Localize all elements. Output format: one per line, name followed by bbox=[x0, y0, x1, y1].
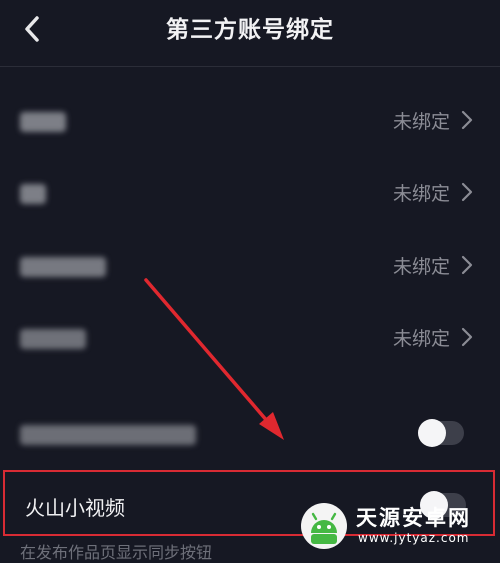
watermark-url: www.jytyaz.com bbox=[358, 531, 470, 545]
sync-toggle-row bbox=[0, 405, 500, 461]
blurred-account-name bbox=[20, 112, 66, 132]
account-row-2[interactable]: 未绑定 bbox=[0, 165, 500, 221]
chevron-right-icon bbox=[460, 254, 474, 276]
toggle-knob bbox=[418, 419, 446, 447]
watermark-name: 天源安卓网 bbox=[356, 506, 471, 530]
binding-status: 未绑定 bbox=[392, 256, 450, 278]
blurred-account-name bbox=[20, 257, 106, 277]
sync-toggle-switch[interactable] bbox=[418, 419, 464, 447]
account-row-1[interactable]: 未绑定 bbox=[0, 93, 500, 149]
blurred-account-name bbox=[20, 329, 86, 349]
huoshan-video-label: 火山小视频 bbox=[25, 496, 125, 520]
chevron-right-icon bbox=[460, 326, 474, 348]
chevron-right-icon bbox=[460, 109, 474, 131]
page-title: 第三方账号绑定 bbox=[166, 17, 334, 43]
header: 第三方账号绑定 bbox=[0, 0, 500, 60]
watermark: 天源安卓网 www.jytyaz.com bbox=[300, 498, 500, 554]
blurred-account-name bbox=[20, 184, 46, 204]
binding-status: 未绑定 bbox=[392, 183, 450, 205]
android-logo-icon bbox=[301, 503, 347, 549]
binding-status: 未绑定 bbox=[392, 328, 450, 350]
account-row-3[interactable]: 未绑定 bbox=[0, 238, 500, 294]
chevron-right-icon bbox=[460, 181, 474, 203]
blurred-toggle-label bbox=[20, 425, 196, 445]
footer-hint: 在发布作品页显示同步按钮 bbox=[20, 543, 213, 562]
binding-status: 未绑定 bbox=[392, 111, 450, 133]
account-row-4[interactable]: 未绑定 bbox=[0, 310, 500, 366]
header-divider bbox=[0, 66, 500, 67]
